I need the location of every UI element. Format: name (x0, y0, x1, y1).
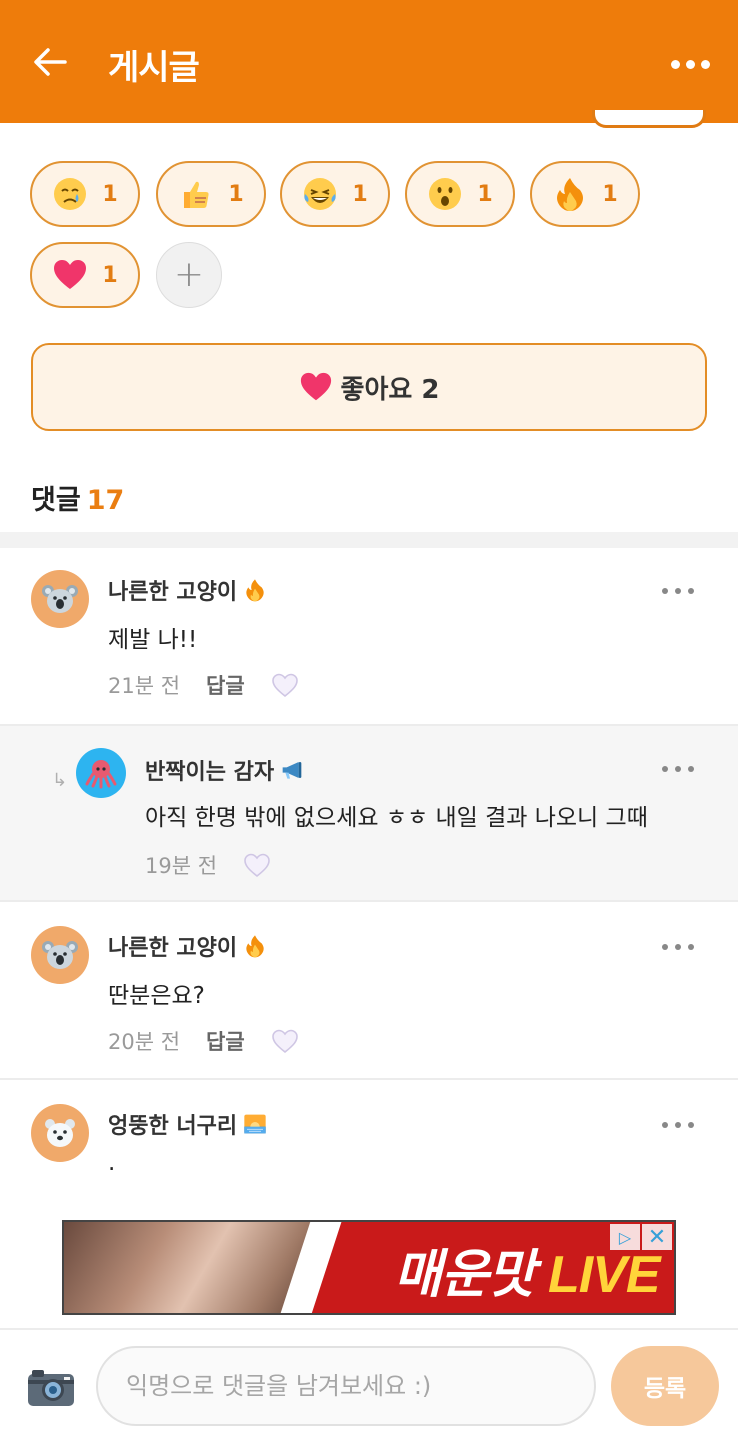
ad-title-main: 매운맛 (394, 1246, 536, 1304)
nickname: 나른한 고양이 (108, 580, 238, 605)
red-heart-icon (54, 260, 87, 289)
fire-badge-icon (246, 935, 264, 958)
nickname: 엉뚱한 너구리 (108, 1114, 238, 1139)
comment-input[interactable] (96, 1346, 596, 1426)
reaction-chip-tears-of-joy[interactable]: 1 (280, 161, 390, 227)
comment-text: . (108, 1150, 116, 1176)
more-options-button[interactable] (668, 52, 712, 76)
comment-time: 21분 전 (108, 674, 181, 698)
comment-author: 나른한 고양이 (108, 930, 267, 962)
avatar (31, 926, 89, 984)
polar-bear-avatar-icon (45, 1119, 75, 1147)
comments-heading: 댓글 17 (31, 478, 124, 517)
comment-time: 19분 전 (145, 854, 218, 878)
comment-author: 나른한 고양이 (108, 574, 267, 606)
app-header: 게시글 (0, 0, 738, 123)
comment-item: 엉뚱한 너구리 . (0, 1080, 738, 1212)
comment-item: 나른한 고양이 딴분은요? 20분 전 답글 (0, 902, 738, 1078)
like-button[interactable]: 좋아요 2 (31, 343, 707, 431)
comment-more-button[interactable] (662, 584, 694, 598)
comment-time: 20분 전 (108, 1030, 181, 1054)
more-horizontal-icon (662, 588, 668, 594)
sunrise-badge-icon (244, 1114, 266, 1134)
reaction-chip-crying[interactable]: 1 (30, 161, 140, 227)
reply-button[interactable]: 답글 (206, 1026, 245, 1056)
reply-item: ↳ 반짝이는 감자 아직 한명 밖에 없으세요 ㅎㅎ 내일 결과 나오니 그때 … (0, 726, 738, 900)
comments-count: 17 (86, 485, 125, 516)
reaction-count: 1 (602, 181, 618, 207)
more-horizontal-icon (662, 766, 668, 772)
ad-title-accent: LIVE (547, 1246, 661, 1304)
comment-more-button[interactable] (662, 1118, 694, 1132)
submit-comment-button[interactable]: 등록 (611, 1346, 719, 1426)
comment-more-button[interactable] (662, 940, 694, 954)
heart-outline-icon[interactable] (243, 852, 271, 878)
ad-close-button[interactable]: ✕ (642, 1224, 672, 1250)
more-horizontal-icon (662, 1122, 668, 1128)
nickname: 나른한 고양이 (108, 936, 238, 961)
adchoices-icon[interactable]: ▷ (610, 1224, 640, 1250)
avatar (31, 570, 89, 628)
surprised-face-icon (429, 178, 462, 210)
crying-face-icon (54, 178, 87, 210)
section-divider (0, 532, 738, 548)
arrow-left-icon (34, 48, 67, 76)
thumbs-up-icon (184, 181, 209, 208)
megaphone-badge-icon (282, 762, 302, 779)
heart-icon (300, 372, 331, 401)
fire-icon (557, 178, 584, 211)
heart-outline-icon[interactable] (271, 1028, 299, 1054)
reaction-chip-fire[interactable]: 1 (530, 161, 640, 227)
comment-author: 반짝이는 감자 (145, 754, 304, 786)
koala-avatar-icon (42, 585, 78, 613)
reaction-chip-heart[interactable]: 1 (30, 242, 140, 308)
comment-meta: 19분 전 (145, 850, 271, 880)
reaction-count: 1 (477, 181, 493, 207)
more-horizontal-icon (670, 59, 680, 69)
reaction-count: 1 (352, 181, 368, 207)
tears-of-joy-icon (304, 178, 337, 210)
comments-title: 댓글 (31, 485, 81, 516)
add-reaction-button[interactable]: + (156, 242, 222, 308)
comment-text: 제발 나!! (108, 627, 198, 653)
reaction-chip-surprised[interactable]: 1 (405, 161, 515, 227)
ad-image (64, 1222, 314, 1313)
header-tab-edge (592, 110, 706, 128)
plus-icon: + (173, 254, 205, 295)
koala-avatar-icon (42, 941, 78, 969)
reaction-count: 1 (228, 181, 244, 207)
reaction-count: 1 (102, 181, 118, 207)
comment-text: 딴분은요? (108, 983, 205, 1009)
comment-item: 나른한 고양이 제발 나!! 21분 전 답글 (0, 548, 738, 724)
octopus-avatar-icon (85, 760, 117, 789)
page-title: 게시글 (108, 48, 200, 88)
camera-icon[interactable] (26, 1366, 76, 1408)
fire-badge-icon (246, 579, 264, 602)
nickname: 반짝이는 감자 (145, 760, 275, 785)
reaction-chip-thumbs-up[interactable]: 1 (156, 161, 266, 227)
reply-arrow-icon: ↳ (52, 770, 68, 791)
comment-author: 엉뚱한 너구리 (108, 1108, 267, 1140)
comment-meta: 20분 전 답글 (108, 1026, 299, 1056)
heart-outline-icon[interactable] (271, 672, 299, 698)
like-label: 좋아요 2 (340, 374, 440, 405)
ad-banner[interactable]: 매운맛 LIVE ▷ ✕ (62, 1220, 676, 1315)
back-button[interactable] (30, 44, 70, 80)
comment-meta: 21분 전 답글 (108, 670, 299, 700)
comment-composer: 등록 (0, 1328, 738, 1440)
avatar (31, 1104, 89, 1162)
comment-text: 아직 한명 밖에 없으세요 ㅎㅎ 내일 결과 나오니 그때 (145, 805, 648, 831)
reaction-count: 1 (102, 262, 118, 288)
comment-more-button[interactable] (662, 762, 694, 776)
reply-button[interactable]: 답글 (206, 670, 245, 700)
more-horizontal-icon (662, 944, 668, 950)
avatar (76, 748, 126, 798)
